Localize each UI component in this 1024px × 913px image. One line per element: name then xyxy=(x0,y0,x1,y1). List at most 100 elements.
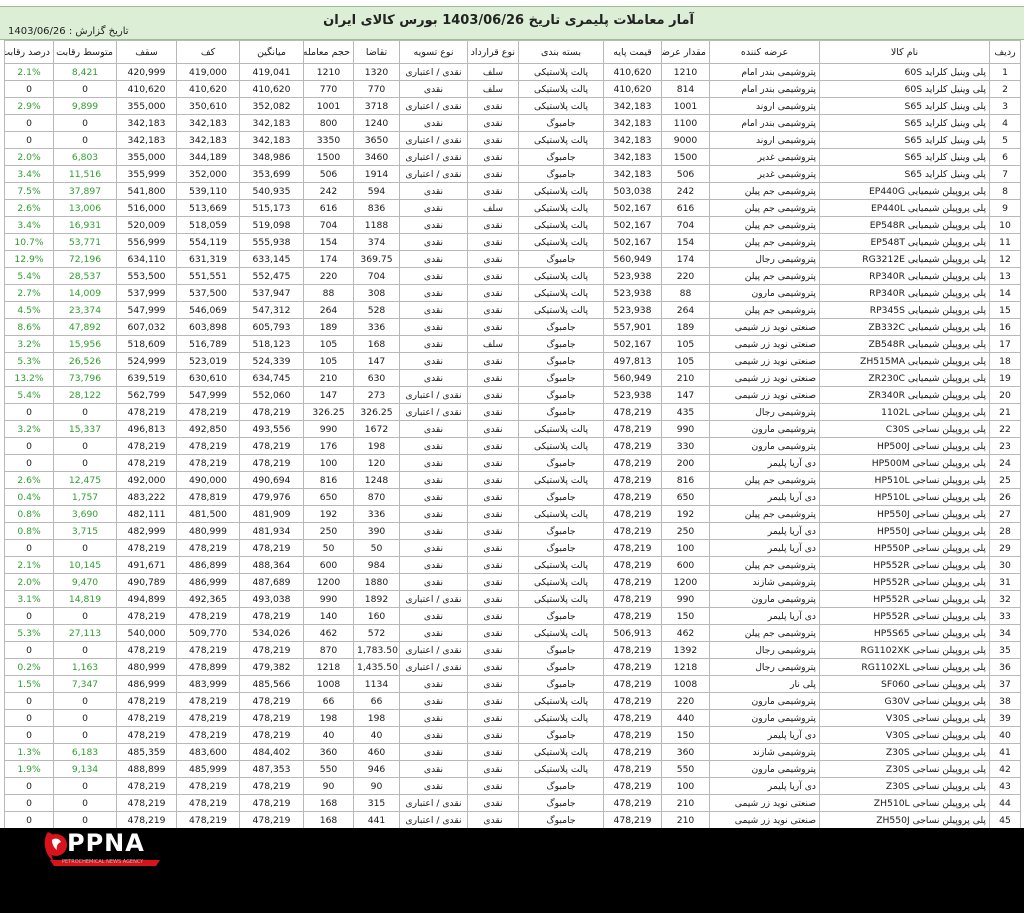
table-cell: 44 xyxy=(989,794,1021,812)
table-cell: پلی پروپیلن نساجی HP510L xyxy=(819,488,990,506)
table-cell: 0 xyxy=(53,794,117,812)
table-row: 24 پلی پروپیلن نساجی HP500M دی آریا پلیمر 2… xyxy=(4,454,1021,472)
table-cell: 39 xyxy=(989,709,1021,727)
table-cell: 506 xyxy=(303,165,354,183)
table-cell: 23,374 xyxy=(53,301,117,319)
table-cell: نقدی xyxy=(467,743,519,761)
table-cell: 0.8% xyxy=(4,522,54,540)
table-cell: 43 xyxy=(989,777,1021,795)
table-cell: 264 xyxy=(661,301,710,319)
column-header: متوسط رقابت xyxy=(53,40,117,64)
table-cell: 12 xyxy=(989,250,1021,268)
table-cell: 29 xyxy=(989,539,1021,557)
table-cell: 0 xyxy=(53,114,117,132)
table-cell: 1,783.50 xyxy=(353,641,400,659)
table-cell: پلی پروپیلن شیمیایی EP440G xyxy=(819,182,990,200)
table-cell: 616 xyxy=(661,199,710,217)
table-cell: 14,009 xyxy=(53,284,117,302)
table-cell: دی آریا پلیمر xyxy=(709,454,820,472)
table-row: 15 پلی پروپیلن شیمیایی RP345S پتروشیمی جم … xyxy=(4,301,1021,319)
table-cell: 1892 xyxy=(353,590,400,608)
table-cell: 21 xyxy=(989,403,1021,421)
table-cell: 478,219 xyxy=(239,607,304,625)
table-cell: نقدی xyxy=(467,709,519,727)
table-cell: 0 xyxy=(53,607,117,625)
table-cell: جامبوگ xyxy=(518,675,604,693)
table-cell: 483,999 xyxy=(176,675,240,693)
table-cell: 419,000 xyxy=(176,63,240,81)
table-cell: 478,219 xyxy=(176,794,240,812)
table-cell: پالت پلاستیکی xyxy=(518,267,604,285)
table-cell: نقدی xyxy=(399,199,468,217)
table-cell: 2.0% xyxy=(4,573,54,591)
table-cell: 352,000 xyxy=(176,165,240,183)
table-row: 20 پلی پروپیلن شیمیایی ZR340R صنعتی نوید ز… xyxy=(4,386,1021,404)
table-cell: 210 xyxy=(661,369,710,387)
table-cell: 0 xyxy=(4,726,54,744)
table-cell: 496,813 xyxy=(116,420,177,438)
table-cell: 550 xyxy=(661,760,710,778)
table-cell: پالت پلاستیکی xyxy=(518,301,604,319)
table-cell: 220 xyxy=(661,267,710,285)
report-date: تاریخ گزارش : 1403/06/26 xyxy=(8,26,129,37)
table-cell: 1001 xyxy=(303,97,354,115)
logo-text: PPNA xyxy=(67,829,145,857)
table-cell: نقدی xyxy=(467,726,519,744)
table-cell: 478,219 xyxy=(603,505,662,523)
table-cell: نقدی xyxy=(467,165,519,183)
table-cell: 503,038 xyxy=(603,182,662,200)
table-cell: 344,189 xyxy=(176,148,240,166)
table-cell: پالت پلاستیکی xyxy=(518,63,604,81)
table-cell: 353,699 xyxy=(239,165,304,183)
table-cell: نقدی xyxy=(467,777,519,795)
column-header: عرضه کننده xyxy=(709,40,820,64)
table-cell: 7.5% xyxy=(4,182,54,200)
table-cell: 990 xyxy=(661,590,710,608)
table-cell: 1200 xyxy=(303,573,354,591)
table-cell: 478,219 xyxy=(603,488,662,506)
table-cell: 0 xyxy=(53,641,117,659)
table-cell: 634,745 xyxy=(239,369,304,387)
table-cell: نقدی xyxy=(467,641,519,659)
table-cell: 348,986 xyxy=(239,148,304,166)
table-cell: 154 xyxy=(303,233,354,251)
table-cell: 410,620 xyxy=(603,80,662,98)
table-cell: جامبوگ xyxy=(518,386,604,404)
table-cell: 198 xyxy=(353,709,400,727)
table-cell: 420,999 xyxy=(116,63,177,81)
table-cell: 11,516 xyxy=(53,165,117,183)
table-cell: 0 xyxy=(4,709,54,727)
table-cell: پتروشیمی رجال xyxy=(709,658,820,676)
table-cell: نقدی xyxy=(399,556,468,574)
table-cell: پلی پروپیلن شیمیایی RP340R xyxy=(819,267,990,285)
table-cell: 174 xyxy=(661,250,710,268)
table-cell: پتروشیمی مارون xyxy=(709,709,820,727)
table-cell: 478,219 xyxy=(176,454,240,472)
table-cell: 25 xyxy=(989,471,1021,489)
table-cell: 168 xyxy=(303,794,354,812)
table-cell: جامبوگ xyxy=(518,454,604,472)
table-cell: 552,475 xyxy=(239,267,304,285)
table-cell: صنعتی نوید زر شیمی xyxy=(709,386,820,404)
table-cell: 0 xyxy=(53,709,117,727)
table-cell: جامبوگ xyxy=(518,250,604,268)
table-cell: 516,000 xyxy=(116,199,177,217)
table-cell: 1188 xyxy=(353,216,400,234)
table-cell: 410,620 xyxy=(603,63,662,81)
table-cell: 0 xyxy=(4,641,54,659)
table-cell: پتروشیمی مارون xyxy=(709,590,820,608)
table-cell: 479,382 xyxy=(239,658,304,676)
table-cell: نقدی xyxy=(467,675,519,693)
table-cell: 770 xyxy=(303,80,354,98)
table-cell: 490,694 xyxy=(239,471,304,489)
table-cell: 150 xyxy=(661,726,710,744)
table-cell: جامبوگ xyxy=(518,148,604,166)
table-cell: 198 xyxy=(353,437,400,455)
table-cell: 493,038 xyxy=(239,590,304,608)
table-row: 9 پلی پروپیلن شیمیایی EP440L پتروشیمی جم پ… xyxy=(4,199,1021,217)
table-cell: 1001 xyxy=(661,97,710,115)
table-cell: 1200 xyxy=(661,573,710,591)
table-cell: 140 xyxy=(303,607,354,625)
table-cell: 483,222 xyxy=(116,488,177,506)
table-cell: 1,757 xyxy=(53,488,117,506)
